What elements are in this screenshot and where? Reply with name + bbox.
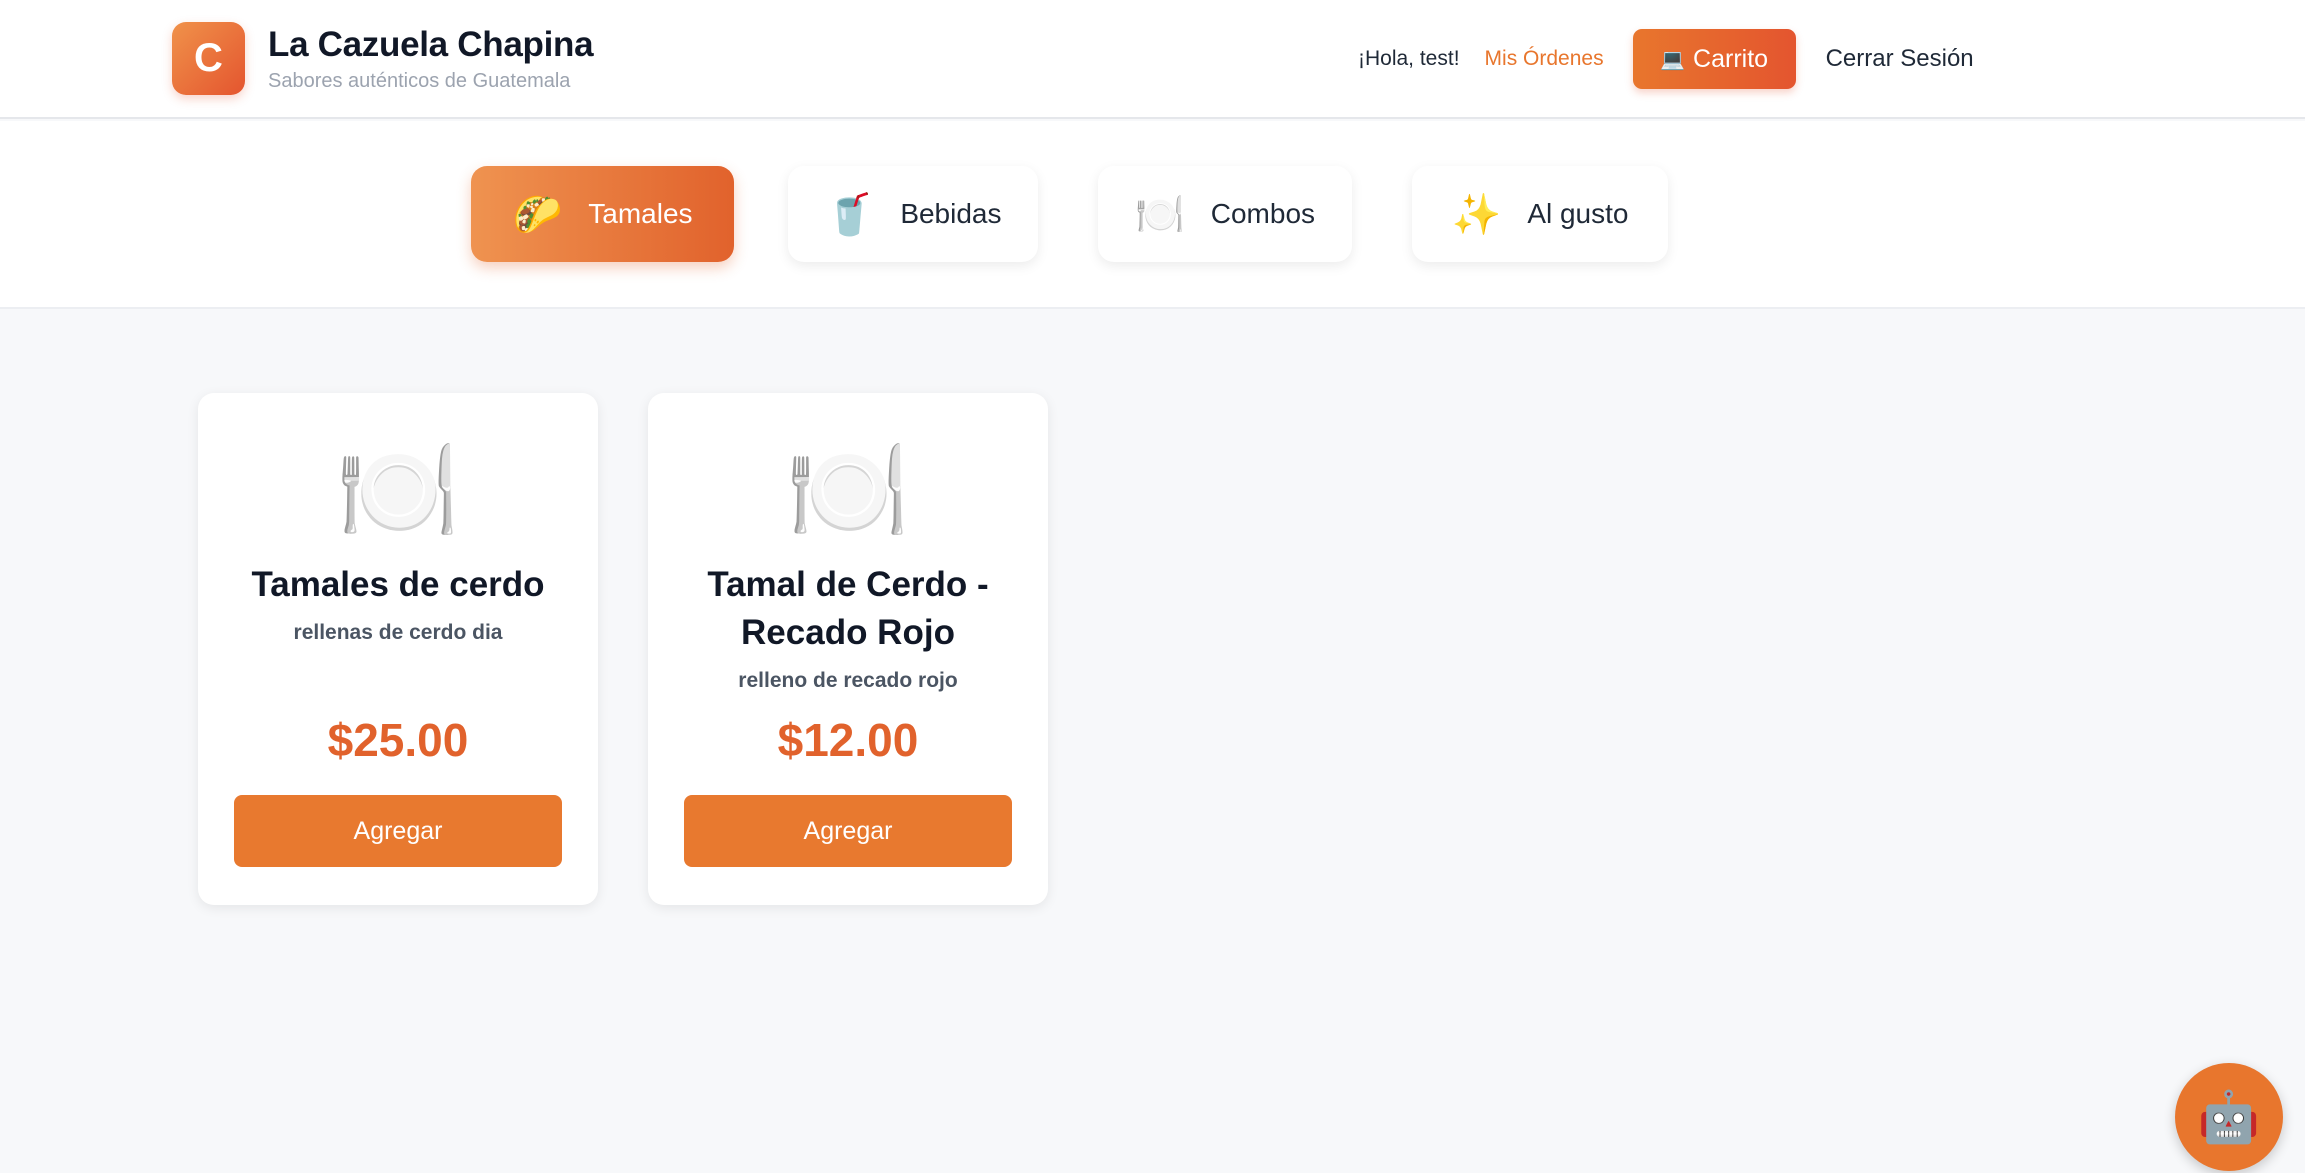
my-orders-link[interactable]: Mis Órdenes [1485,47,1604,71]
product-title-block: Tamal de Cerdo - Recado Rojo relleno de … [668,561,1028,705]
brand-text: La Cazuela Chapina Sabores auténticos de… [268,24,594,94]
brand[interactable]: C La Cazuela Chapina Sabores auténticos … [172,22,594,95]
plate-icon: 🍽️ [1134,192,1185,237]
robot-icon: 🤖 [2197,1088,2261,1145]
brand-subtitle: Sabores auténticos de Guatemala [268,69,571,92]
brand-title: La Cazuela Chapina [268,24,594,64]
user-greeting: ¡Hola, test! [1358,47,1460,70]
product-description: rellenas de cerdo dia [293,621,503,644]
category-label: Tamales [588,198,693,229]
top-nav: ¡Hola, test! Mis Órdenes 💻 Carrito Cerra… [1358,28,1974,90]
add-to-cart-button[interactable]: Agregar [234,795,562,867]
product-description: relleno de recado rojo [738,669,958,692]
product-title: Tamal de Cerdo - Recado Rojo [707,565,989,652]
product-price: $25.00 [327,714,469,766]
cart-button-label: Carrito [1693,44,1769,73]
category-label: Bebidas [900,198,1002,229]
sparkles-icon: ✨ [1451,192,1502,237]
product-title: Tamales de cerdo [251,565,545,604]
plate-icon: 🍽️ [335,435,461,547]
top-header: C La Cazuela Chapina Sabores auténticos … [0,0,2305,119]
product-card: 🍽️ Tamales de cerdo rellenas de cerdo di… [198,393,598,905]
product-card: 🍽️ Tamal de Cerdo - Recado Rojo relleno … [648,393,1048,905]
add-to-cart-button[interactable]: Agregar [684,795,1012,867]
category-tab-bebidas[interactable]: 🥤 Bebidas [788,166,1038,262]
category-bar: 🌮 Tamales 🥤 Bebidas 🍽️ Combos ✨ Al gusto [0,121,2305,309]
cup-icon: 🥤 [824,192,875,237]
product-price: $12.00 [777,714,919,766]
cart-icon: 💻 [1660,48,1686,71]
category-tab-al-gusto[interactable]: ✨ Al gusto [1412,166,1668,262]
product-title-block: Tamales de cerdo rellenas de cerdo dia [218,561,578,657]
tamal-icon: 🌮 [512,192,563,237]
category-tab-tamales[interactable]: 🌮 Tamales [471,166,734,262]
category-label: Combos [1210,198,1316,229]
category-label: Al gusto [1527,198,1629,229]
brand-logo: C [172,22,245,95]
logout-link[interactable]: Cerrar Sesión [1826,45,1974,73]
chatbot-button[interactable]: 🤖 [2175,1063,2283,1171]
plate-icon: 🍽️ [785,435,911,547]
cart-button[interactable]: 💻 Carrito [1632,29,1796,89]
category-tab-combos[interactable]: 🍽️ Combos [1098,166,1352,262]
